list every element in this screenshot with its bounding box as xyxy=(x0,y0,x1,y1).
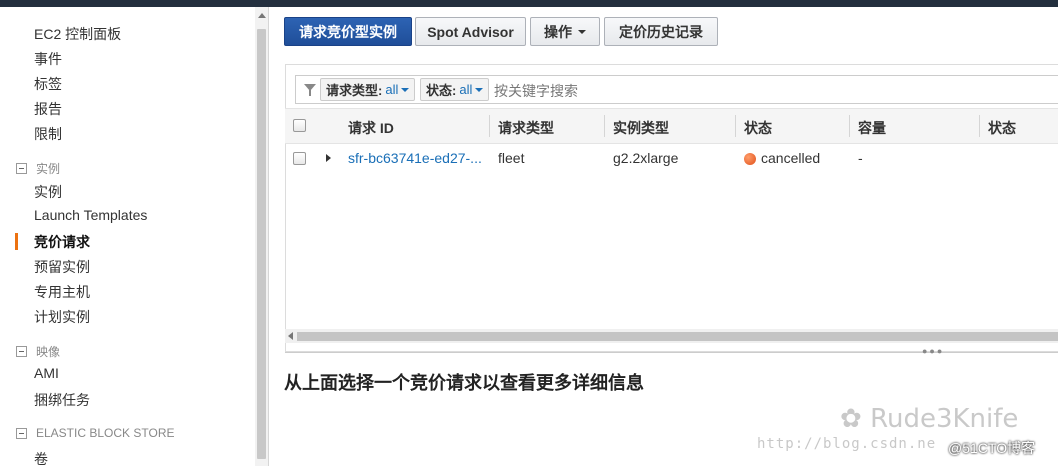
chip-label: 请求类型: xyxy=(326,83,383,98)
chevron-down-icon xyxy=(475,87,484,92)
scroll-up-arrow-icon[interactable] xyxy=(258,13,266,18)
sidebar-section-instances[interactable]: 实例 xyxy=(16,160,60,177)
request-type-filter-chip[interactable]: 请求类型: all xyxy=(320,78,416,101)
scrollbar-thumb[interactable] xyxy=(257,29,266,459)
sidebar-item-reserved-instances[interactable]: 预留实例 xyxy=(34,257,90,277)
collapse-icon[interactable] xyxy=(16,427,27,439)
watermark-logo: ✿ Rude3Knife xyxy=(840,404,1019,434)
sidebar-item-reports[interactable]: 报告 xyxy=(34,99,62,119)
column-divider[interactable] xyxy=(979,115,980,137)
section-title: 映像 xyxy=(36,345,61,359)
sidebar-scrollbar[interactable] xyxy=(255,7,269,466)
sidebar-item-launch-templates[interactable]: Launch Templates xyxy=(34,207,147,223)
instance-type-cell: g2.2xlarge xyxy=(613,150,679,166)
chevron-down-icon xyxy=(578,29,586,34)
sidebar-item-ami[interactable]: AMI xyxy=(34,365,59,381)
column-divider[interactable] xyxy=(604,115,605,137)
column-header-instance-type[interactable]: 实例类型 xyxy=(613,118,669,138)
sidebar-item-bundle-tasks[interactable]: 捆绑任务 xyxy=(34,390,90,410)
request-id-link[interactable]: sfr-bc63741e-ed27-... xyxy=(348,150,482,166)
row-checkbox[interactable] xyxy=(293,152,306,165)
table-header: 请求 ID 请求类型 实例类型 状态 容量 状态 xyxy=(285,108,1058,144)
column-header-request-id[interactable]: 请求 ID xyxy=(348,118,394,138)
sidebar-item-volumes[interactable]: 卷 xyxy=(34,449,48,469)
expand-row-icon[interactable] xyxy=(326,154,331,162)
chip-value: all xyxy=(385,82,399,97)
sidebar-item-events[interactable]: 事件 xyxy=(34,49,62,69)
column-divider[interactable] xyxy=(849,115,850,137)
column-header-capacity[interactable]: 容量 xyxy=(858,118,886,138)
pricing-history-button[interactable]: 定价历史记录 xyxy=(604,17,718,46)
chip-label: 状态: xyxy=(426,83,457,98)
column-divider[interactable] xyxy=(489,115,490,137)
request-spot-instances-button[interactable]: 请求竞价型实例 xyxy=(284,17,412,46)
sidebar-item-tags[interactable]: 标签 xyxy=(34,74,62,94)
watermark-site: @51CTO博客 xyxy=(948,440,1036,456)
filter-icon xyxy=(304,84,316,96)
state-text: cancelled xyxy=(761,150,821,166)
detail-pane-message: 从上面选择一个竞价请求以查看更多详细信息 xyxy=(284,373,644,393)
column-divider[interactable] xyxy=(735,115,736,137)
status-cancelled-icon xyxy=(744,153,756,165)
pane-splitter[interactable]: ●●● xyxy=(285,346,1058,356)
state-filter-chip[interactable]: 状态: all xyxy=(420,78,490,101)
sidebar-nav: EC2 控制面板 事件 标签 报告 限制 实例 实例 Launch Templa… xyxy=(0,7,255,469)
request-type-cell: fleet xyxy=(498,150,525,166)
actions-dropdown-button[interactable]: 操作 xyxy=(530,17,600,46)
sidebar-section-images[interactable]: 映像 xyxy=(16,343,60,360)
chevron-down-icon xyxy=(401,87,410,92)
capacity-cell: - xyxy=(858,150,863,166)
scroll-left-arrow-icon[interactable] xyxy=(288,332,293,340)
column-header-request-type[interactable]: 请求类型 xyxy=(498,118,554,138)
chip-value: all xyxy=(459,82,473,97)
section-title: 实例 xyxy=(36,162,61,176)
sidebar-section-ebs[interactable]: ELASTIC BLOCK STORE xyxy=(16,426,175,440)
search-filter-bar[interactable]: 请求类型: all 状态: all 按关键字搜索 xyxy=(295,75,1058,104)
column-header-state[interactable]: 状态 xyxy=(744,118,772,138)
console-top-bar xyxy=(0,0,1058,7)
active-nav-marker xyxy=(15,233,18,250)
state-cell: cancelled xyxy=(744,150,820,166)
sidebar-item-scheduled-instances[interactable]: 计划实例 xyxy=(34,307,90,327)
scrollbar-thumb[interactable] xyxy=(297,332,1058,341)
column-header-status[interactable]: 状态 xyxy=(988,118,1016,138)
section-title: ELASTIC BLOCK STORE xyxy=(36,426,175,440)
watermark-url: http://blog.csdn.ne xyxy=(757,436,937,452)
sidebar-item-ec2-dashboard[interactable]: EC2 控制面板 xyxy=(34,24,121,44)
watermark-logo-text: Rude3Knife xyxy=(870,404,1019,434)
table-row[interactable]: sfr-bc63741e-ed27-... fleet g2.2xlarge c… xyxy=(285,143,1058,173)
actions-label: 操作 xyxy=(544,23,572,40)
table-horizontal-scrollbar[interactable] xyxy=(285,329,1058,343)
select-all-checkbox[interactable] xyxy=(293,119,306,132)
sidebar-item-spot-requests[interactable]: 竞价请求 xyxy=(34,232,90,252)
spot-advisor-button[interactable]: Spot Advisor xyxy=(415,17,526,46)
collapse-icon[interactable] xyxy=(16,163,27,174)
sidebar-item-limits[interactable]: 限制 xyxy=(34,124,62,144)
sidebar-item-dedicated-hosts[interactable]: 专用主机 xyxy=(34,282,90,302)
collapse-icon[interactable] xyxy=(16,346,27,357)
drag-handle-icon[interactable]: ●●● xyxy=(922,346,944,356)
sidebar-item-instances[interactable]: 实例 xyxy=(34,182,62,202)
search-input[interactable]: 按关键字搜索 xyxy=(494,81,578,101)
